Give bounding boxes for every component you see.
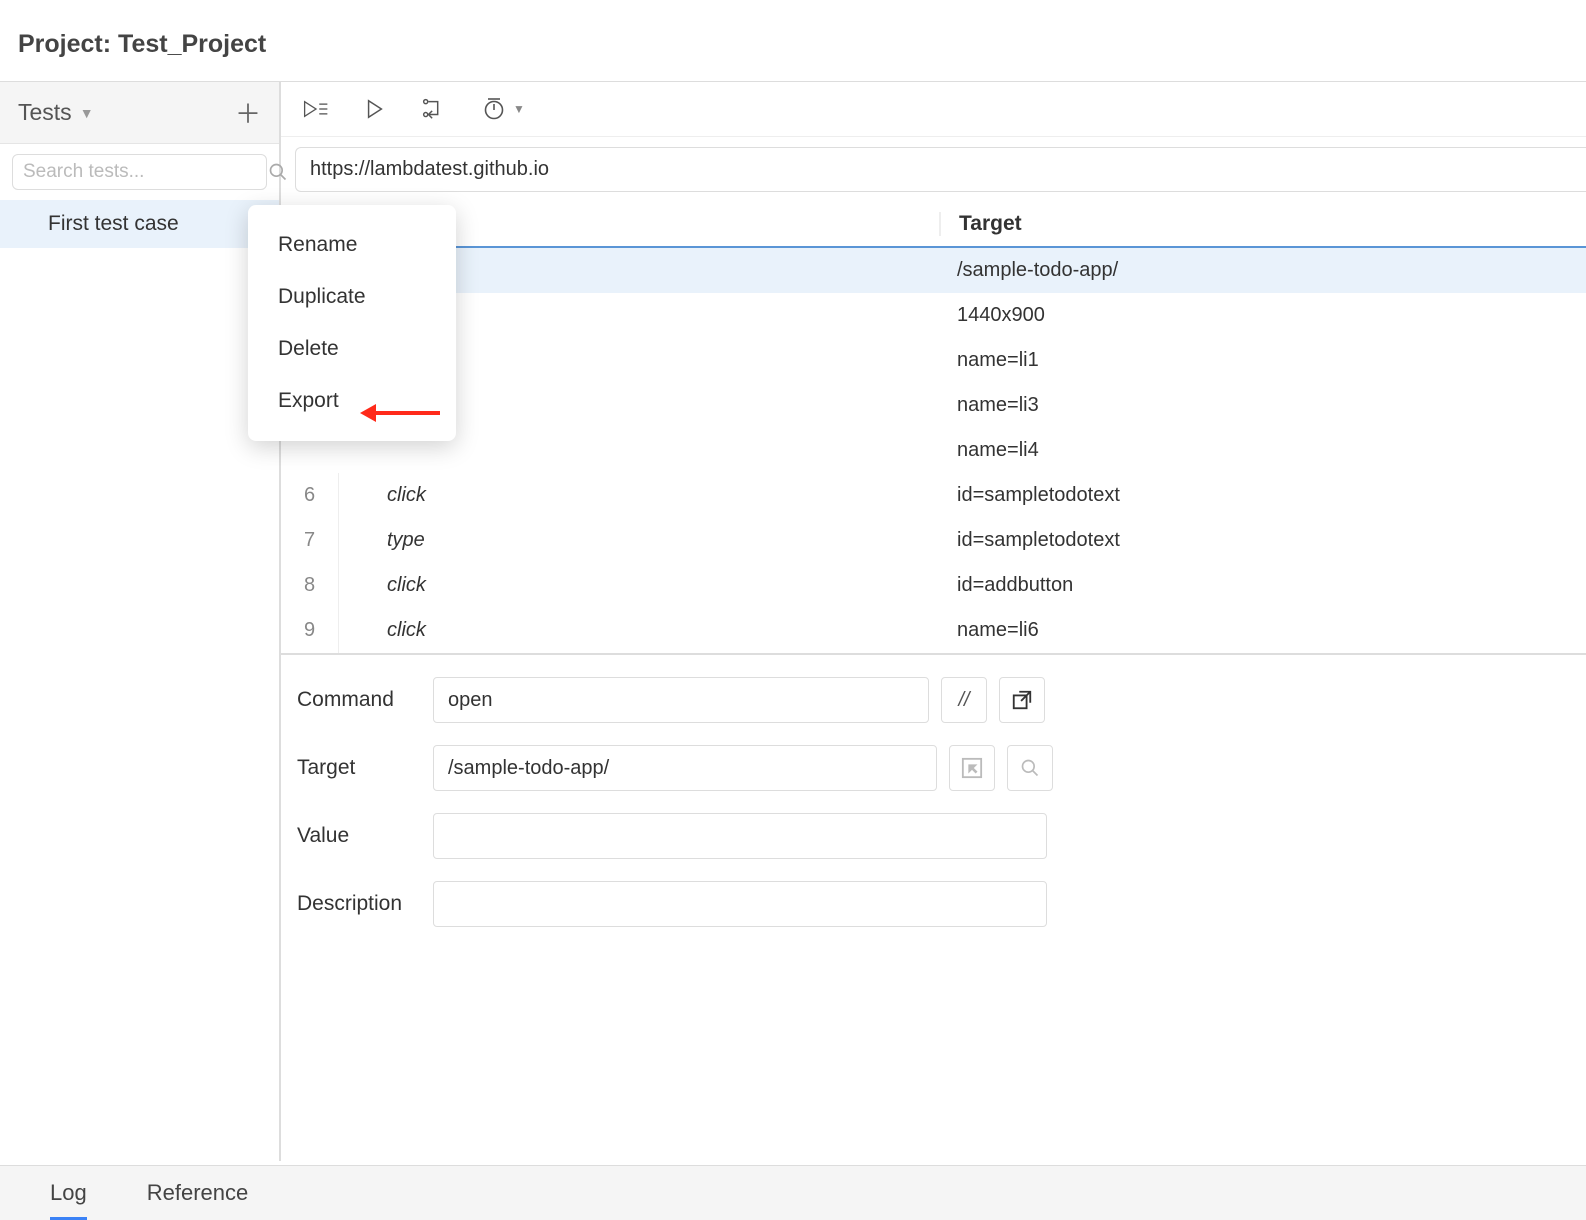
detail-command-select[interactable]: open ▼ <box>433 677 929 723</box>
step-button[interactable] <box>421 97 447 121</box>
project-name: Test_Project <box>118 30 266 58</box>
row-number: 8 <box>281 563 339 608</box>
row-target: name=li1 <box>939 349 1586 372</box>
row-number: 9 <box>281 608 339 653</box>
command-row[interactable]: ndow size1440x900 <box>281 293 1586 338</box>
row-number: 7 <box>281 518 339 563</box>
run-button[interactable] <box>365 98 385 120</box>
detail-target-input[interactable]: /sample-todo-app/ <box>433 745 937 791</box>
toolbar: ▼ <box>281 82 1586 137</box>
command-row[interactable]: name=li4 <box>281 428 1586 473</box>
command-grid: /sample-todo-app/ndow size1440x900 name=l… <box>281 248 1586 653</box>
row-target: id=sampletodotext <box>939 484 1586 507</box>
toggle-comment-button[interactable]: // <box>941 677 987 723</box>
chevron-down-icon[interactable]: ▼ <box>80 105 94 121</box>
command-grid-header: Command Target <box>281 202 1586 248</box>
command-row[interactable]: 7typeid=sampletodotext <box>281 518 1586 563</box>
command-row[interactable]: name=li1 <box>281 338 1586 383</box>
open-new-window-button[interactable] <box>999 677 1045 723</box>
menu-item-rename[interactable]: Rename <box>248 219 456 271</box>
tests-title[interactable]: Tests <box>18 99 72 126</box>
speed-button[interactable]: ▼ <box>483 97 525 121</box>
row-target: 1440x900 <box>939 304 1586 327</box>
tests-panel-header: Tests ▼ ＋ <box>0 82 279 144</box>
sidebar: Tests ▼ ＋ First test case <box>0 82 281 1161</box>
run-all-button[interactable] <box>303 98 329 120</box>
detail-value-input[interactable] <box>433 813 1047 859</box>
row-command: click <box>339 484 939 507</box>
menu-item-duplicate[interactable]: Duplicate <box>248 271 456 323</box>
base-url-value: https://lambdatest.github.io <box>310 158 549 180</box>
find-target-button[interactable] <box>1007 745 1053 791</box>
tab-reference[interactable]: Reference <box>147 1180 249 1206</box>
row-command: click <box>339 619 939 642</box>
project-label: Project: <box>18 30 111 58</box>
row-command: type <box>339 529 939 552</box>
row-target: name=li3 <box>939 394 1586 417</box>
detail-value-label: Value <box>297 824 421 848</box>
command-row[interactable]: 6clickid=sampletodotext <box>281 473 1586 518</box>
command-row[interactable]: 8clickid=addbutton <box>281 563 1586 608</box>
test-list-item[interactable]: First test case <box>0 200 279 248</box>
detail-panel: Command open ▼ // Target /sample-todo-ap… <box>281 653 1586 961</box>
command-row[interactable]: /sample-todo-app/ <box>281 248 1586 293</box>
footer-tabs: Log Reference <box>0 1165 1586 1220</box>
add-test-button[interactable]: ＋ <box>235 94 261 131</box>
row-target: id=sampletodotext <box>939 529 1586 552</box>
row-number: 6 <box>281 473 339 518</box>
row-command: click <box>339 574 939 597</box>
search-input-wrap[interactable] <box>12 154 267 190</box>
detail-target-label: Target <box>297 756 421 780</box>
tab-log[interactable]: Log <box>50 1180 87 1220</box>
select-target-button[interactable] <box>949 745 995 791</box>
command-row[interactable]: 9clickname=li6 <box>281 608 1586 653</box>
detail-description-label: Description <box>297 892 421 916</box>
base-url-input[interactable]: https://lambdatest.github.io <box>295 147 1586 192</box>
menu-item-export[interactable]: Export <box>248 375 456 427</box>
detail-target-value: /sample-todo-app/ <box>448 757 609 780</box>
context-menu: Rename Duplicate Delete Export <box>248 205 456 441</box>
detail-command-label: Command <box>297 688 421 712</box>
row-target: name=li6 <box>939 619 1586 642</box>
row-target: /sample-todo-app/ <box>939 259 1586 282</box>
command-row[interactable]: name=li3 <box>281 383 1586 428</box>
detail-command-value: open <box>448 689 493 712</box>
column-target: Target <box>939 212 1586 236</box>
menu-item-delete[interactable]: Delete <box>248 323 456 375</box>
project-header: Project: Test_Project <box>0 0 1586 81</box>
search-input[interactable] <box>23 161 268 183</box>
row-target: name=li4 <box>939 439 1586 462</box>
main-panel: ▼ https://lambdatest.github.io Command T… <box>281 82 1586 1161</box>
detail-description-input[interactable] <box>433 881 1047 927</box>
test-list-item-label: First test case <box>48 212 179 235</box>
row-target: id=addbutton <box>939 574 1586 597</box>
